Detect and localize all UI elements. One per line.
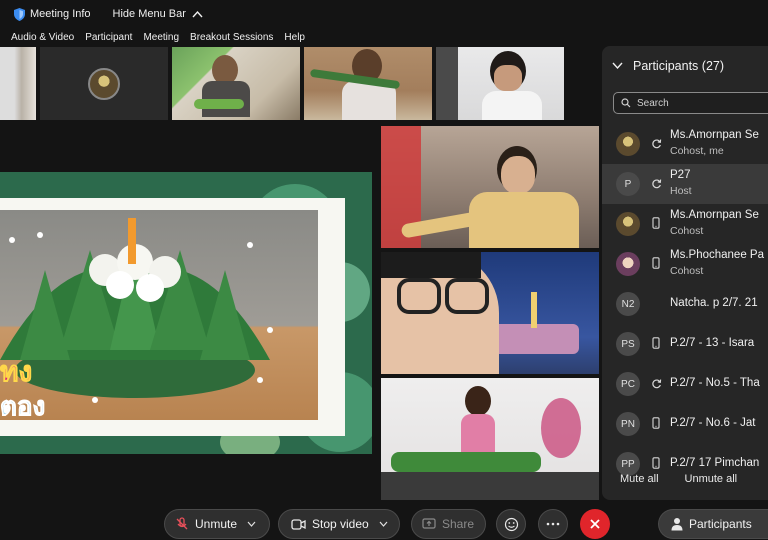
- participants-button[interactable]: Participants: [658, 509, 768, 539]
- meeting-info-button[interactable]: Meeting Info: [14, 7, 91, 21]
- reactions-button[interactable]: [496, 509, 526, 539]
- shield-icon: [14, 7, 25, 21]
- participant-row[interactable]: Ms.Amornpan Se Cohost, me: [602, 124, 768, 164]
- participant-row[interactable]: N2 Natcha. p 2/7. 21: [602, 284, 768, 324]
- leave-meeting-button[interactable]: [580, 509, 610, 539]
- slide-caption-line2: ตอง: [0, 391, 46, 422]
- avatar: P: [616, 172, 640, 196]
- stop-video-label: Stop video: [312, 517, 369, 531]
- participant-row[interactable]: Ms.Phochanee Pa Cohost: [602, 244, 768, 284]
- krathong-photo: [0, 210, 318, 420]
- shared-content: ทง ตอง: [0, 172, 372, 454]
- video-camera-icon: [291, 518, 306, 530]
- chevron-down-icon[interactable]: [247, 521, 256, 527]
- participant-name: Ms.Amornpan Se: [670, 209, 759, 221]
- unmute-button[interactable]: Unmute: [164, 509, 270, 539]
- video-tile-1[interactable]: [381, 126, 599, 248]
- sync-icon: [650, 177, 662, 189]
- slide-frame: [0, 198, 345, 436]
- participant-name: Natcha. p 2/7. 21: [670, 297, 758, 309]
- participant-name: P.2/7 - No.6 - Jat: [670, 417, 756, 429]
- unmute-label: Unmute: [195, 517, 238, 531]
- participants-footer: Mute all Unmute all: [602, 464, 768, 494]
- participant-row[interactable]: PS P.2/7 - 13 - Isara: [602, 324, 768, 364]
- participant-row[interactable]: P P27 Host: [602, 164, 768, 204]
- menu-meeting[interactable]: Meeting: [143, 32, 179, 43]
- sync-icon: [650, 137, 662, 149]
- mic-muted-icon: [176, 517, 188, 530]
- search-placeholder: Search: [637, 97, 669, 109]
- participant-name: P.2/7 - 13 - Isara: [670, 337, 755, 349]
- video-thumbnail-1[interactable]: [0, 47, 36, 120]
- chevron-down-icon[interactable]: [379, 521, 388, 527]
- participant-row[interactable]: Ms.Amornpan Se Cohost: [602, 204, 768, 244]
- participant-role: Cohost: [670, 225, 704, 237]
- participants-header[interactable]: Participants (27): [602, 56, 768, 76]
- participants-panel: Participants (27) Search Ms.Amornpan Se C…: [602, 46, 768, 500]
- chevron-down-icon[interactable]: [612, 62, 623, 70]
- close-icon: [590, 519, 600, 529]
- avatar: [616, 132, 640, 156]
- avatar: [88, 67, 120, 100]
- video-tile-2[interactable]: [381, 252, 599, 374]
- search-icon: [621, 98, 631, 108]
- phone-icon: [650, 417, 662, 429]
- participant-name: Ms.Amornpan Se: [670, 129, 759, 141]
- participant-name: P.2/7 - No.5 - Tha: [670, 377, 760, 389]
- person-icon: [671, 518, 683, 531]
- unmute-all-button[interactable]: Unmute all: [685, 473, 738, 485]
- participants-button-label: Participants: [689, 517, 752, 531]
- participant-list: Ms.Amornpan Se Cohost, me P P27 Host Ms.Amorn…: [602, 124, 768, 484]
- participant-name: Ms.Phochanee Pa: [670, 249, 764, 261]
- meeting-controls: Unmute Stop video Share Participants: [0, 506, 768, 540]
- share-screen-icon: [422, 518, 436, 529]
- avatar: PS: [616, 332, 640, 356]
- hide-menu-bar-button[interactable]: Hide Menu Bar: [113, 8, 203, 20]
- stop-video-button[interactable]: Stop video: [278, 509, 400, 539]
- menu-participant[interactable]: Participant: [85, 32, 132, 43]
- participant-row[interactable]: PN P.2/7 - No.6 - Jat: [602, 404, 768, 444]
- participant-search-input[interactable]: Search: [613, 92, 768, 114]
- avatar: [616, 212, 640, 236]
- mute-all-button[interactable]: Mute all: [620, 473, 659, 485]
- sync-icon: [650, 377, 662, 389]
- avatar: [616, 252, 640, 276]
- avatar: N2: [616, 292, 640, 316]
- more-icon: [546, 522, 560, 526]
- participants-title: Participants (27): [633, 59, 725, 73]
- hide-menu-bar-label: Hide Menu Bar: [112, 8, 186, 20]
- stage-left-band: [0, 120, 372, 172]
- avatar: PN: [616, 412, 640, 436]
- menu-help[interactable]: Help: [284, 32, 305, 43]
- phone-icon: [650, 217, 662, 229]
- krathong-image: [0, 218, 273, 403]
- meeting-info-label: Meeting Info: [30, 8, 91, 20]
- avatar: PC: [616, 372, 640, 396]
- top-bar: Meeting Info Hide Menu Bar: [0, 0, 768, 28]
- chevron-up-icon: [192, 10, 203, 18]
- participant-role: Cohost: [670, 265, 704, 277]
- smiley-icon: [504, 517, 518, 531]
- participant-row[interactable]: PC P.2/7 - No.5 - Tha: [602, 364, 768, 404]
- video-thumbnail-2[interactable]: [40, 47, 168, 120]
- participant-role: Host: [670, 185, 692, 197]
- video-thumbnail-4[interactable]: [304, 47, 432, 120]
- video-tile-3[interactable]: [381, 378, 599, 500]
- share-button[interactable]: Share: [411, 509, 486, 539]
- menu-breakout-sessions[interactable]: Breakout Sessions: [190, 32, 273, 43]
- phone-icon: [650, 257, 662, 269]
- video-thumbnail-3[interactable]: [172, 47, 300, 120]
- menu-bar: Audio & Video Participant Meeting Breako…: [0, 28, 768, 46]
- participant-role: Cohost, me: [670, 145, 724, 157]
- more-options-button[interactable]: [538, 509, 568, 539]
- participant-name: P27: [670, 169, 691, 181]
- menu-audio-video[interactable]: Audio & Video: [11, 32, 74, 43]
- video-thumbnail-5[interactable]: [436, 47, 564, 120]
- share-label: Share: [442, 517, 475, 531]
- phone-icon: [650, 337, 662, 349]
